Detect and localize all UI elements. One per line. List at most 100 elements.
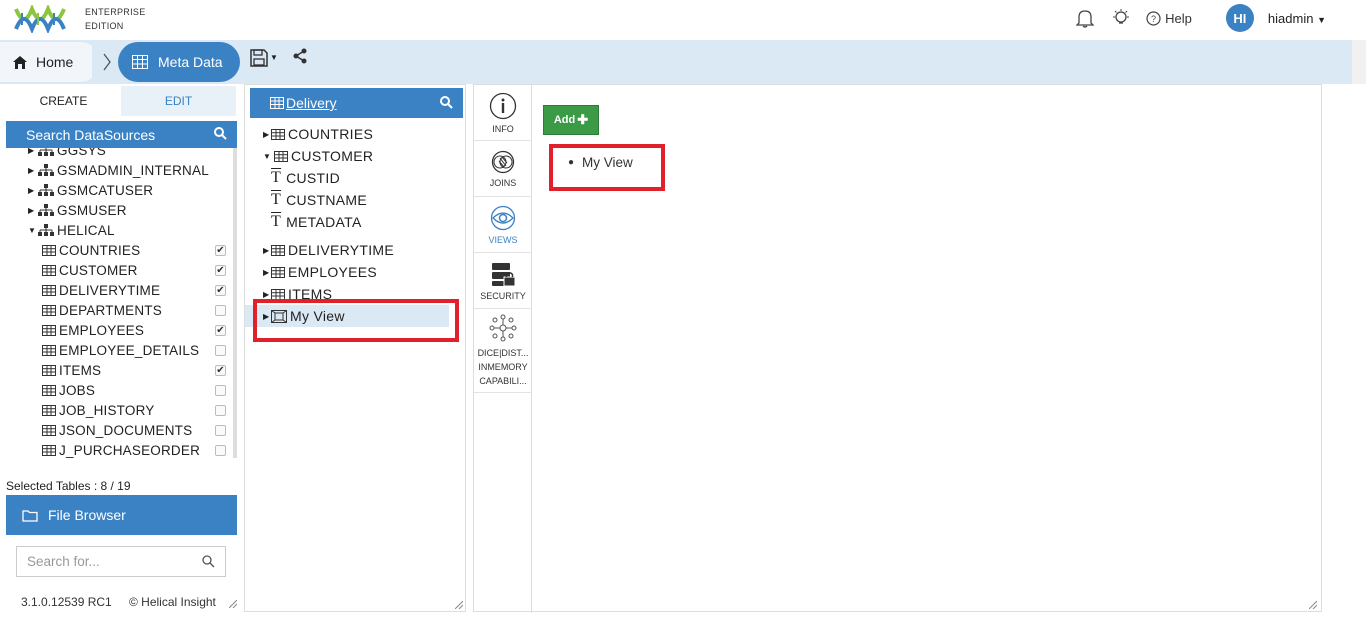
- tree-schema-label: GSMADMIN_INTERNAL: [57, 162, 209, 178]
- tree-schema-gsmuser[interactable]: ▶ GSMUSER: [6, 200, 234, 220]
- table-checkbox[interactable]: [215, 304, 226, 316]
- table-checkbox[interactable]: [215, 404, 226, 416]
- search-input[interactable]: Search for...: [16, 546, 226, 577]
- hierarchy-icon: [38, 184, 54, 196]
- meta-data-label: Meta Data: [158, 54, 223, 70]
- table-icon: [42, 264, 56, 276]
- table-checkbox[interactable]: ✔: [215, 284, 226, 296]
- table-row[interactable]: JOBS: [6, 380, 234, 400]
- tree-schema-label: GSMCATUSER: [57, 182, 154, 198]
- table-row[interactable]: DELIVERYTIME ✔: [6, 280, 234, 300]
- tree-schema-gsmadmin-internal[interactable]: ▶ GSMADMIN_INTERNAL: [6, 160, 234, 180]
- tree-schema-gsmcatuser[interactable]: ▶ GSMCATUSER: [6, 180, 234, 200]
- joins-button[interactable]: JOINS: [474, 141, 532, 197]
- table-checkbox[interactable]: [215, 384, 226, 396]
- search-icon[interactable]: [214, 127, 227, 140]
- security-icon: [492, 262, 516, 286]
- tab-edit[interactable]: EDIT: [121, 86, 236, 116]
- search-datasources-bar[interactable]: Search DataSources: [6, 121, 237, 148]
- save-icon: [250, 48, 268, 67]
- bell-icon[interactable]: [1074, 7, 1096, 29]
- bulb-icon[interactable]: [1110, 7, 1132, 29]
- table-checkbox[interactable]: ✔: [215, 264, 226, 276]
- table-checkbox[interactable]: ✔: [215, 324, 226, 336]
- table-row[interactable]: JSON_DOCUMENTS: [6, 420, 234, 440]
- caret-right-icon: ▶: [28, 148, 35, 155]
- resize-handle-icon[interactable]: [1309, 601, 1317, 609]
- breadcrumb-home[interactable]: Home: [0, 42, 100, 82]
- file-browser-label: File Browser: [48, 507, 126, 523]
- network-icon: [489, 314, 517, 341]
- mid-table-customer[interactable]: ▼ CUSTOMER: [245, 145, 467, 167]
- datasource-panel: CREATE EDIT Search DataSources ▶ GGSYS ▶…: [6, 86, 237, 462]
- dice-label-line3: CAPABILI...: [479, 375, 527, 386]
- breadcrumb-meta-data[interactable]: Meta Data: [118, 42, 240, 82]
- caret-right-icon: ▶: [28, 205, 35, 215]
- table-label: EMPLOYEES: [59, 322, 145, 338]
- page-scrollbar[interactable]: [1352, 40, 1366, 84]
- caret-down-icon: ▼: [263, 151, 272, 161]
- table-row[interactable]: EMPLOYEES ✔: [6, 320, 234, 340]
- joins-label: JOINS: [489, 177, 517, 188]
- text-type-icon: T: [271, 191, 282, 208]
- text-type-icon: T: [271, 169, 282, 186]
- mid-table-employees[interactable]: ▶ EMPLOYEES: [245, 261, 467, 283]
- table-label: DELIVERYTIME: [59, 282, 161, 298]
- table-checkbox[interactable]: [215, 344, 226, 356]
- table-row[interactable]: CUSTOMER ✔: [6, 260, 234, 280]
- dice-distributed-inmemory-button[interactable]: DICE|DIST... INMEMORY CAPABILI...: [474, 309, 532, 393]
- security-button[interactable]: SECURITY: [474, 253, 532, 309]
- table-checkbox[interactable]: ✔: [215, 364, 226, 376]
- table-icon: [271, 288, 285, 300]
- add-view-button[interactable]: Add ✚: [543, 105, 599, 135]
- metadata-tree-panel: Delivery ▶ COUNTRIES ▼ CUSTOMER T CUSTID…: [244, 84, 466, 612]
- table-icon: [274, 150, 288, 162]
- table-checkbox[interactable]: [215, 424, 226, 436]
- views-button[interactable]: VIEWS: [474, 197, 532, 253]
- mid-column-metadata[interactable]: T METADATA: [245, 211, 467, 233]
- breadcrumb: Home Meta Data ▼: [0, 40, 1352, 84]
- share-icon[interactable]: [292, 48, 308, 67]
- edition-label: ENTERPRISE EDITION: [85, 5, 146, 33]
- tree-scrollbar[interactable]: [233, 148, 236, 458]
- mid-table-countries[interactable]: ▶ COUNTRIES: [245, 123, 467, 145]
- table-row[interactable]: DEPARTMENTS: [6, 300, 234, 320]
- selected-tables-count: Selected Tables : 8 / 19: [6, 479, 131, 493]
- table-row[interactable]: ITEMS ✔: [6, 360, 234, 380]
- table-icon: [42, 404, 56, 416]
- search-placeholder: Search for...: [27, 554, 100, 569]
- tab-create[interactable]: CREATE: [6, 86, 121, 116]
- folder-icon: [22, 509, 38, 522]
- file-browser-button[interactable]: File Browser: [6, 495, 237, 535]
- avatar[interactable]: HI: [1225, 4, 1254, 32]
- table-row[interactable]: JOB_HISTORY: [6, 400, 234, 420]
- table-row[interactable]: COUNTRIES ✔: [6, 240, 234, 260]
- hierarchy-icon: [38, 204, 54, 216]
- search-icon[interactable]: [440, 96, 453, 109]
- tree-schema-ggsys[interactable]: ▶ GGSYS: [6, 148, 234, 160]
- table-checkbox[interactable]: [215, 444, 226, 456]
- user-menu[interactable]: hiadmin ▼: [1268, 11, 1326, 26]
- mid-table-deliverytime[interactable]: ▶ DELIVERYTIME: [245, 239, 467, 261]
- table-icon: [42, 284, 56, 296]
- metadata-title-bar[interactable]: Delivery: [250, 88, 463, 118]
- table-label: JOBS: [59, 382, 96, 398]
- resize-handle-icon[interactable]: [455, 601, 463, 609]
- save-dropdown-button[interactable]: ▼: [250, 48, 278, 67]
- mid-column-custname[interactable]: T CUSTNAME: [245, 189, 467, 211]
- username-label: hiadmin: [1267, 10, 1314, 26]
- table-label: JOB_HISTORY: [59, 402, 155, 418]
- edition-line-2: EDITION: [85, 21, 124, 31]
- table-checkbox[interactable]: ✔: [215, 244, 226, 256]
- plus-icon: ✚: [577, 112, 589, 127]
- helical-logo: [14, 5, 66, 33]
- tree-schema-helical[interactable]: ▼ HELICAL: [6, 220, 234, 240]
- help-link[interactable]: ? Help: [1146, 11, 1192, 26]
- mid-column-custid[interactable]: T CUSTID: [245, 167, 467, 189]
- info-button[interactable]: INFO: [474, 85, 532, 141]
- table-row[interactable]: J_PURCHASEORDER: [6, 440, 234, 458]
- resize-handle-icon[interactable]: [229, 600, 237, 608]
- table-row[interactable]: EMPLOYEE_DETAILS: [6, 340, 234, 360]
- eye-icon: [490, 205, 516, 230]
- info-icon: [489, 92, 517, 119]
